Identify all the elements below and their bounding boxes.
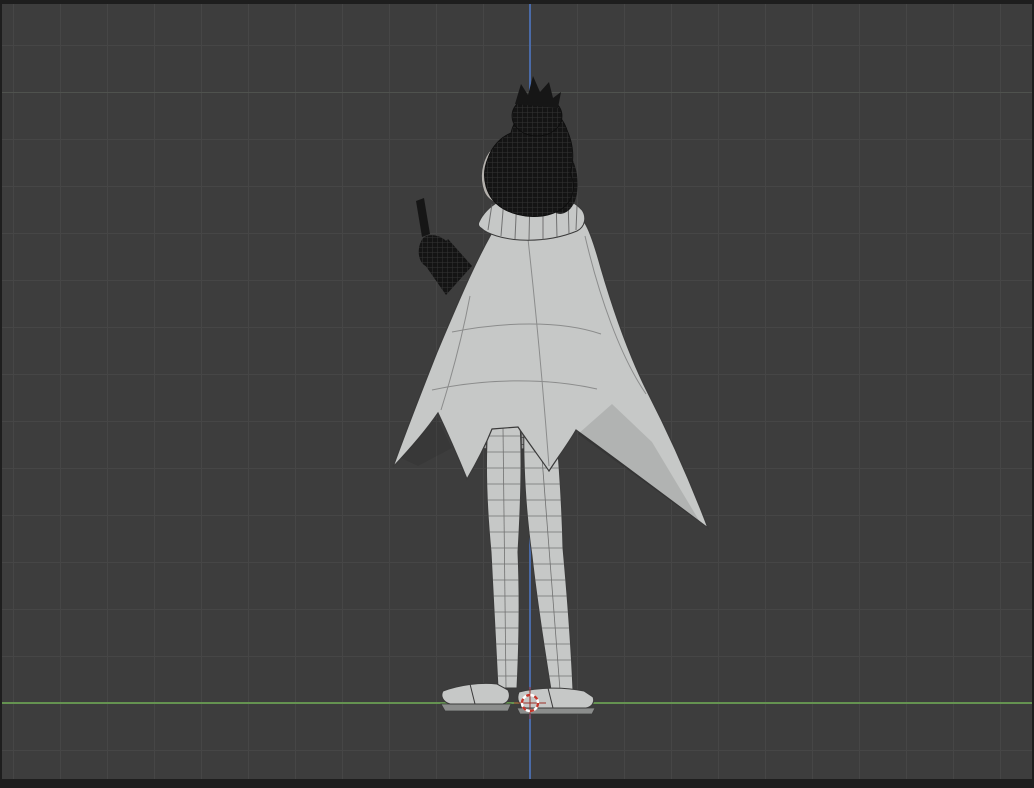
- hand: [418, 235, 451, 269]
- hair-spikes: [515, 76, 561, 108]
- legs-mesh[interactable]: [470, 423, 590, 691]
- pointing-finger: [416, 198, 430, 237]
- frame-edge-left: [0, 0, 2, 788]
- arm-mesh[interactable]: [416, 198, 472, 295]
- character-model[interactable]: [392, 76, 710, 715]
- frame-edge-top: [0, 0, 1034, 4]
- viewport-scene[interactable]: [0, 0, 1034, 788]
- hair-mesh[interactable]: [484, 76, 578, 217]
- 3d-viewport[interactable]: [0, 0, 1034, 788]
- frame-edge-bottom: [0, 779, 1034, 788]
